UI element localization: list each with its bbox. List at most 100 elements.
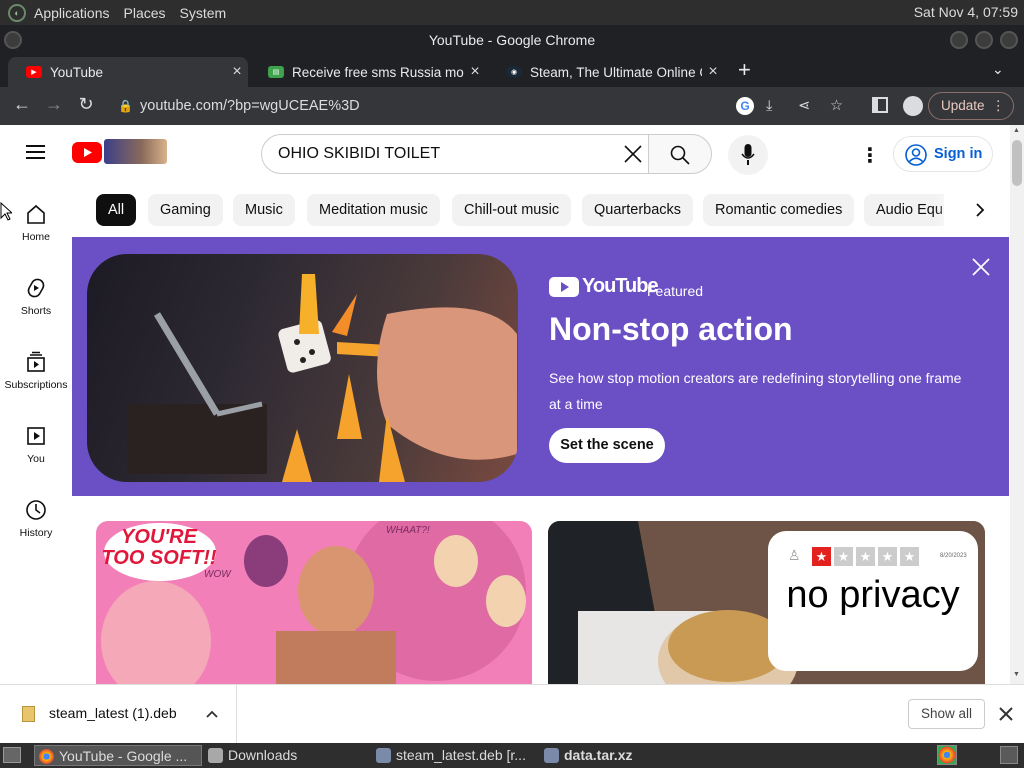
address-bar[interactable]: 🔒 youtube.com/?bp=wgUCEAE%3D G ⤓ ⋖ ☆ (110, 92, 860, 120)
menu-applications[interactable]: Applications (34, 5, 110, 21)
show-desktop-icon[interactable] (3, 747, 21, 763)
tab-strip: ▶ YouTube × ▤ Receive free sms Russia mo… (0, 55, 1024, 87)
youtube-favicon-icon: ▶ (26, 66, 42, 78)
reload-icon[interactable]: ↻ (70, 94, 102, 115)
new-tab-button[interactable]: + (738, 57, 751, 83)
task-label: steam_latest.deb [r... (396, 747, 526, 763)
chip-music[interactable]: Music (233, 194, 295, 226)
chip-chill-out-music[interactable]: Chill-out music (452, 194, 572, 226)
star-empty-icon: ★ (878, 547, 897, 566)
nav-label: You (27, 453, 45, 465)
chip-all[interactable]: All (96, 194, 137, 226)
tab-sms[interactable]: ▤ Receive free sms Russia mobile × (250, 57, 486, 87)
share-icon[interactable]: ⋖ (798, 92, 810, 120)
chip-audio-equipment[interactable]: Audio Equ (864, 194, 944, 226)
task-data-tar[interactable]: data.tar.xz (540, 745, 708, 766)
google-lens-icon[interactable]: G (736, 97, 754, 115)
search-button[interactable] (648, 134, 712, 174)
nav-you[interactable]: You (0, 425, 72, 495)
close-download-bar-icon[interactable] (999, 707, 1013, 721)
deb-file-icon (22, 706, 35, 722)
doodle-logo-icon[interactable] (104, 139, 167, 164)
chevron-right-icon[interactable] (972, 202, 988, 218)
star-empty-icon: ★ (856, 547, 875, 566)
sign-in-button[interactable]: Sign in (893, 136, 993, 172)
task-chrome[interactable]: YouTube - Google ... (34, 745, 202, 766)
tab-close-icon[interactable]: × (702, 63, 724, 81)
star-rating: ★ ★ ★ ★ ★ (812, 547, 919, 566)
featured-title: Non-stop action (549, 311, 793, 347)
clear-search-icon[interactable] (624, 145, 642, 163)
gnome-logo-icon[interactable]: ◐ (8, 3, 26, 22)
video-thumbnail-2[interactable]: ♙ ★ ★ ★ ★ ★ 8/20/2023 no privacy (548, 521, 985, 684)
workspace-chrome-icon[interactable] (937, 745, 957, 765)
show-all-button[interactable]: Show all (908, 699, 985, 729)
reviewer-avatar-icon: ♙ (788, 547, 801, 563)
thumbnail-caption: YOU'RE TOO SOFT!! (101, 526, 217, 569)
chip-meditation-music[interactable]: Meditation music (307, 194, 440, 226)
featured-banner[interactable]: YouTube Featured Non-stop action See how… (72, 237, 1009, 496)
home-icon (27, 204, 45, 224)
tab-search-icon[interactable]: ⌄ (992, 61, 1004, 78)
search-input[interactable]: OHIO SKIBIDI TOILET (261, 134, 649, 174)
menu-places[interactable]: Places (124, 5, 166, 21)
dismiss-banner-icon[interactable] (971, 257, 991, 277)
chip-quarterbacks[interactable]: Quarterbacks (582, 194, 694, 226)
minimize-icon[interactable] (950, 31, 968, 49)
download-filename[interactable]: steam_latest (1).deb (49, 705, 177, 721)
featured-description: See how stop motion creators are redefin… (549, 370, 962, 412)
download-bar: steam_latest (1).deb Show all (0, 684, 1024, 743)
forward-icon[interactable]: → (38, 94, 70, 115)
filter-chips: All Gaming Music Meditation music Chill-… (72, 183, 1010, 237)
install-icon[interactable]: ⤓ (766, 92, 772, 120)
more-menu-icon[interactable]: ⋮ (992, 93, 1006, 119)
back-icon[interactable]: ← (6, 94, 38, 115)
voice-search-button[interactable] (728, 135, 768, 175)
menu-system[interactable]: System (180, 5, 227, 21)
window-menu-icon[interactable] (4, 31, 22, 49)
tab-title: Steam, The Ultimate Online Game (530, 64, 702, 80)
archive-icon (376, 748, 391, 763)
subscriptions-icon (27, 351, 45, 372)
tab-youtube[interactable]: ▶ YouTube × (8, 57, 248, 87)
nav-shorts[interactable]: Shorts (0, 277, 72, 347)
chip-romantic-comedies[interactable]: Romantic comedies (703, 194, 855, 226)
settings-more-icon[interactable]: ⋮ (860, 143, 880, 168)
task-downloads[interactable]: Downloads (204, 745, 372, 766)
featured-thumbnail[interactable] (87, 254, 518, 482)
close-window-icon[interactable] (1000, 31, 1018, 49)
maximize-icon[interactable] (975, 31, 993, 49)
scroll-down-icon[interactable]: ▼ (1013, 671, 1020, 678)
update-label: Update (941, 98, 985, 113)
browser-toolbar: ← → ↻ 🔒 youtube.com/?bp=wgUCEAE%3D G ⤓ ⋖… (0, 87, 1024, 125)
scrollbar-thumb[interactable] (1012, 140, 1022, 186)
tab-steam[interactable]: ◉ Steam, The Ultimate Online Game × (488, 57, 724, 87)
nav-history[interactable]: History (0, 499, 72, 569)
chip-gaming[interactable]: Gaming (148, 194, 223, 226)
trash-icon[interactable] (1000, 746, 1018, 764)
update-button[interactable]: Update ⋮ (928, 92, 1014, 120)
history-icon (26, 500, 46, 520)
clock[interactable]: Sat Nov 4, 07:59 (914, 4, 1018, 20)
page-scrollbar[interactable]: ▲ ▼ (1010, 125, 1024, 684)
bookmark-star-icon[interactable]: ☆ (830, 92, 843, 120)
nav-subscriptions[interactable]: Subscriptions (0, 351, 72, 421)
search-value: OHIO SKIBIDI TOILET (278, 145, 441, 162)
shorts-icon (27, 278, 45, 298)
nav-label: History (19, 527, 53, 539)
star-empty-icon: ★ (900, 547, 919, 566)
youtube-logo-icon[interactable] (72, 142, 102, 163)
youtube-header: OHIO SKIBIDI TOILET ⋮ Sign in (0, 125, 1010, 183)
video-thumbnail-1[interactable]: YOU'RE TOO SOFT!! WOW WHAAT?! (96, 521, 532, 684)
profile-avatar-icon[interactable] (903, 96, 923, 116)
tab-close-icon[interactable]: × (464, 63, 486, 81)
chevron-up-icon[interactable] (206, 709, 218, 719)
set-the-scene-button[interactable]: Set the scene (549, 428, 665, 463)
tab-close-icon[interactable]: × (226, 63, 248, 81)
side-panel-icon[interactable] (872, 97, 888, 113)
archive-icon (544, 748, 559, 763)
hamburger-menu-icon[interactable] (26, 144, 46, 160)
scroll-up-icon[interactable]: ▲ (1013, 127, 1020, 134)
task-archive[interactable]: steam_latest.deb [r... (372, 745, 540, 766)
lock-icon[interactable]: 🔒 (118, 92, 133, 120)
